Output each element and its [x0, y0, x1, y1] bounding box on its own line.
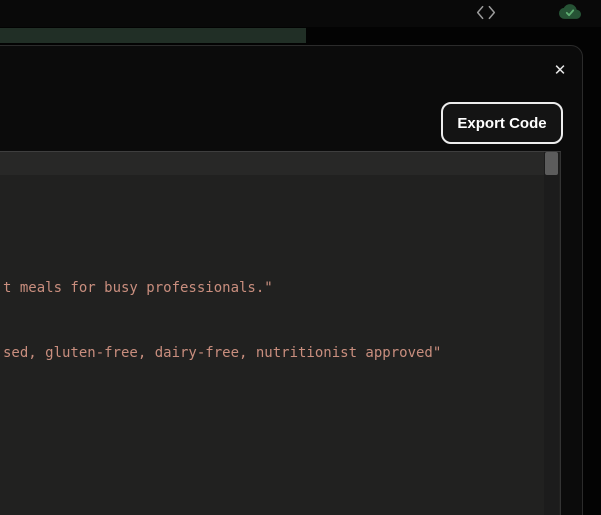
background-tab-highlight	[0, 28, 306, 43]
editor-active-line	[0, 152, 545, 175]
close-icon[interactable]: ✕	[547, 57, 573, 83]
code-line: sed, gluten-free, dairy-free, nutritioni…	[3, 345, 442, 361]
editor-scrollbar[interactable]	[544, 152, 559, 515]
cloud-check-icon[interactable]	[559, 2, 581, 21]
scrollbar-thumb[interactable]	[545, 152, 558, 175]
code-icon[interactable]	[476, 4, 496, 21]
code-line: t meals for busy professionals."	[3, 280, 273, 296]
code-editor-panel[interactable]: t meals for busy professionals." sed, gl…	[0, 151, 561, 515]
export-code-button[interactable]: Export Code	[441, 102, 563, 144]
export-code-modal: ✕ Export Code t meals for busy professio…	[0, 45, 583, 515]
app-window: ✕ Export Code t meals for busy professio…	[0, 0, 601, 515]
background-toolbar	[0, 0, 601, 27]
